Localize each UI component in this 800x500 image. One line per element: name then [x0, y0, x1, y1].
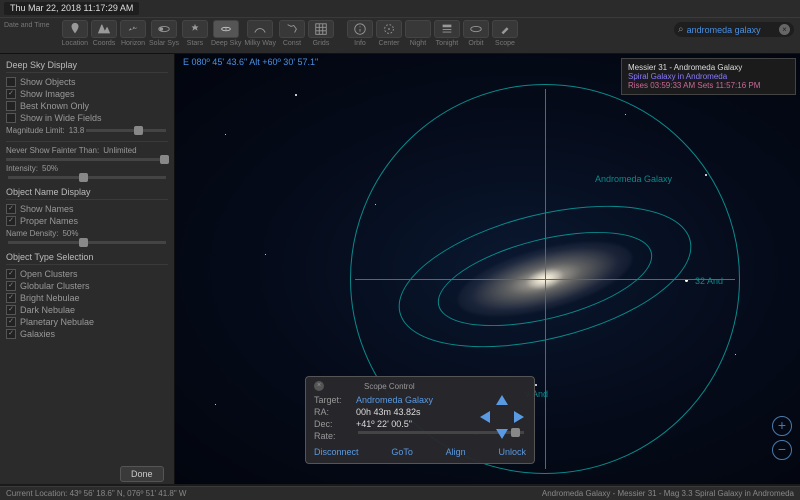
chk-globular[interactable]: Globular Clusters	[6, 281, 168, 291]
chk-galaxies[interactable]: Galaxies	[6, 329, 168, 339]
search-icon: ⌕	[678, 24, 684, 35]
nav-stars[interactable]	[182, 20, 208, 38]
dpad-left[interactable]	[480, 411, 490, 423]
nav-tonight[interactable]	[434, 20, 460, 38]
dpad-right[interactable]	[514, 411, 524, 423]
status-object: Andromeda Galaxy - Messier 31 - Mag 3.3 …	[542, 489, 794, 498]
zoom-in[interactable]: +	[772, 416, 792, 436]
section-deepsky-title: Deep Sky Display	[6, 60, 168, 73]
nav-const[interactable]	[279, 20, 305, 38]
scope-target: Andromeda Galaxy	[356, 395, 433, 405]
scope-goto[interactable]: GoTo	[391, 447, 413, 457]
nav-horizon[interactable]	[120, 20, 146, 38]
slider-magnitude[interactable]	[86, 129, 166, 132]
nav-orbit[interactable]	[463, 20, 489, 38]
nav-deepsky[interactable]	[213, 20, 239, 38]
section-types-title: Object Type Selection	[6, 252, 168, 265]
nav-night[interactable]	[405, 20, 431, 38]
scope-disconnect[interactable]: Disconnect	[314, 447, 359, 457]
chk-planetary-neb[interactable]: Planetary Nebulae	[6, 317, 168, 327]
nav-info[interactable]	[347, 20, 373, 38]
done-button[interactable]: Done	[120, 466, 164, 482]
chk-show-objects[interactable]: Show Objects	[6, 77, 168, 87]
label-32and: 32 And	[695, 276, 723, 286]
nav-location[interactable]	[62, 20, 88, 38]
chk-show-images[interactable]: Show Images	[6, 89, 168, 99]
objinfo-type: Spiral Galaxy in Andromeda	[628, 72, 789, 81]
chk-wide-fields[interactable]: Show in Wide Fields	[6, 113, 168, 123]
chk-proper-names[interactable]: Proper Names	[6, 216, 168, 226]
slider-density[interactable]	[8, 241, 166, 244]
chk-open-clusters[interactable]: Open Clusters	[6, 269, 168, 279]
datetime-label: Date and Time	[4, 22, 50, 29]
slider-intensity[interactable]	[8, 176, 166, 179]
chk-bright-neb[interactable]: Bright Nebulae	[6, 293, 168, 303]
zoom-out[interactable]: −	[772, 440, 792, 460]
dpad-down[interactable]	[496, 429, 508, 439]
scope-ra: 00h 43m 43.82s	[356, 407, 421, 417]
status-location: Current Location: 43º 56' 18.6" N, 076º …	[6, 489, 186, 498]
objinfo-rise-set: Rises 03:59:33 AM Sets 11:57:16 PM	[628, 81, 789, 90]
pointer-coords: E 080º 45' 43.6" Alt +60º 30' 57.1"	[183, 57, 318, 67]
status-bar: Current Location: 43º 56' 18.6" N, 076º …	[0, 486, 800, 500]
search-clear[interactable]: ×	[779, 24, 790, 35]
search-box[interactable]: ⌕ ×	[674, 22, 794, 37]
label-andromeda: Andromeda Galaxy	[595, 174, 672, 184]
scope-unlock[interactable]: Unlock	[498, 447, 526, 457]
section-names-title: Object Name Display	[6, 187, 168, 200]
object-info-panel: Messier 31 - Andromeda Galaxy Spiral Gal…	[621, 58, 796, 95]
sidebar: Deep Sky Display Show Objects Show Image…	[0, 54, 175, 484]
dpad-up[interactable]	[496, 395, 508, 405]
datetime-display[interactable]: Thu Mar 22, 2018 11:17:29 AM	[4, 2, 139, 15]
sky-view[interactable]: E 080º 45' 43.6" Alt +60º 30' 57.1" Andr…	[175, 54, 800, 484]
chk-best-known[interactable]: Best Known Only	[6, 101, 168, 111]
scope-title: Scope Control	[364, 382, 415, 391]
toolbar: Date and Time Location Coords Horizon So…	[0, 18, 800, 54]
nav-scope[interactable]	[492, 20, 518, 38]
nav-milkyway[interactable]	[247, 20, 273, 38]
scope-align[interactable]: Align	[446, 447, 466, 457]
search-input[interactable]	[687, 25, 777, 35]
slider-fainter[interactable]	[6, 158, 168, 161]
chk-show-names[interactable]: Show Names	[6, 204, 168, 214]
nav-center[interactable]	[376, 20, 402, 38]
chk-dark-neb[interactable]: Dark Nebulae	[6, 305, 168, 315]
scope-close[interactable]: ×	[314, 381, 324, 391]
nav-grids[interactable]	[308, 20, 334, 38]
scope-control-panel: ×Scope Control Target:Andromeda Galaxy R…	[305, 376, 535, 464]
nav-coords[interactable]	[91, 20, 117, 38]
scope-dpad	[480, 395, 524, 439]
nav-solarsys[interactable]	[151, 20, 177, 38]
scope-dec: +41º 22' 00.5"	[356, 419, 412, 429]
objinfo-title: Messier 31 - Andromeda Galaxy	[628, 63, 789, 72]
